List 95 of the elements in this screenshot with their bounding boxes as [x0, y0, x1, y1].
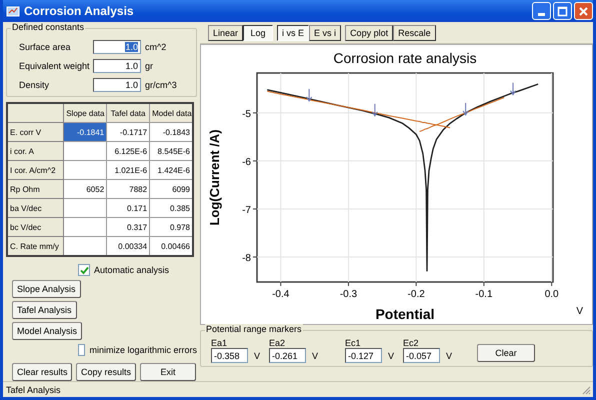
row-header: bc V/dec [7, 218, 64, 236]
field-label: Ec2 [403, 338, 420, 348]
row-header: C. Rate mm/y [7, 236, 64, 256]
table-cell[interactable]: 7882 [106, 180, 150, 198]
window-title: Corrosion Analysis [24, 4, 135, 18]
toolbar-button[interactable]: E vs i [309, 24, 342, 40]
input-field[interactable]: -0.358 [211, 348, 248, 363]
table-cell[interactable]: 0.171 [106, 198, 150, 218]
status-text: Tafel Analysis [6, 384, 61, 394]
column-header: Slope data [64, 103, 107, 122]
action-button[interactable]: Copy results [76, 363, 136, 381]
marker-arrow [510, 82, 516, 96]
maximize-icon [557, 6, 568, 16]
unit-label: V [388, 350, 394, 360]
checkbox-label: Automatic analysis [94, 265, 170, 275]
field-label: Equivalent weight [18, 60, 91, 70]
table-cell[interactable]: -0.1841 [64, 122, 107, 142]
point [306, 96, 312, 102]
tick-label: -0.3 [340, 289, 358, 300]
maximize-button[interactable] [553, 2, 572, 20]
unit-label: V [446, 350, 452, 360]
checkbox[interactable] [78, 264, 90, 276]
marker-arrow [462, 102, 469, 116]
group-title: Potential range markers [205, 324, 303, 334]
chart-title: Corrosion rate analysis [333, 50, 477, 66]
field-label: Ec1 [345, 338, 362, 348]
analysis-button[interactable]: Model Analysis [12, 322, 82, 340]
row-header: I cor. A/cm^2 [7, 160, 64, 180]
resize-grip-icon [581, 384, 591, 394]
axis-title: Potential [375, 306, 435, 322]
input-field[interactable]: -0.057 [403, 348, 440, 363]
tick-label: -6 [242, 156, 251, 168]
exit-button[interactable]: Exit [140, 363, 196, 381]
unit-label: cm^2 [145, 42, 166, 52]
input-field[interactable]: 1.0 [93, 78, 141, 92]
tick-label: -0.4 [272, 289, 290, 300]
tick-label: -0.2 [408, 289, 425, 300]
analysis-button[interactable]: Tafel Analysis [12, 301, 77, 319]
field-label: Ea1 [211, 338, 228, 348]
table-cell[interactable]: 1.021E-6 [106, 160, 150, 180]
checkbox[interactable] [78, 344, 86, 356]
table-cell[interactable]: -0.1717 [106, 122, 150, 142]
action-button[interactable]: Clear results [12, 363, 72, 381]
minimize-icon [538, 12, 545, 16]
minimize-button[interactable] [532, 2, 551, 20]
input-field[interactable]: 1.0 [93, 40, 141, 54]
row-header: Rp Ohm [7, 180, 64, 198]
table-cell[interactable] [64, 142, 107, 160]
table-cell[interactable] [64, 160, 107, 180]
table-cell[interactable]: 6052 [64, 180, 107, 198]
input-field[interactable]: 1.0 [93, 58, 141, 72]
close-icon [578, 6, 589, 16]
clear-button[interactable]: Clear [477, 344, 535, 362]
row-header: ba V/dec [7, 198, 64, 218]
analysis-button[interactable]: Slope Analysis [12, 280, 81, 298]
point [372, 111, 378, 116]
marker-arrow [372, 103, 378, 117]
column-header: Model data [150, 103, 193, 122]
field-label: Surface area [18, 42, 72, 52]
tick-label: -5 [242, 108, 251, 120]
table-cell[interactable]: 0.317 [106, 218, 150, 236]
field-label: Density [18, 80, 50, 90]
point [462, 110, 469, 116]
toolbar-button[interactable]: i vs E [277, 24, 310, 40]
header-cell [7, 103, 64, 122]
check-icon [80, 266, 88, 274]
unit-label: V [254, 350, 260, 360]
field-label: Ea2 [269, 338, 286, 348]
row-header: E. corr V [7, 122, 64, 142]
tick-label: -8 [242, 253, 251, 264]
unit-label: V [312, 350, 318, 360]
axis-title: Log(Current /A) [207, 129, 222, 226]
marker-arrow [306, 88, 312, 102]
table-cell[interactable]: 6.125E-6 [106, 142, 150, 160]
point [510, 90, 516, 96]
toolbar-button[interactable]: Log [243, 24, 274, 40]
input-field[interactable]: -0.261 [269, 348, 306, 363]
group-title: Defined constants [11, 22, 86, 32]
close-button[interactable] [574, 2, 593, 20]
checkbox-label: minimize logarithmic errors [89, 345, 197, 355]
toolbar-button[interactable]: Rescale [393, 24, 436, 40]
row-header: i cor. A [7, 142, 64, 160]
app-icon [6, 5, 20, 17]
tick-label: 0.0 [544, 289, 559, 300]
unit-label: gr/cm^3 [145, 80, 177, 90]
toolbar-button[interactable]: Linear [208, 24, 244, 40]
tick-label: -7 [242, 204, 251, 216]
table-cell[interactable] [64, 218, 107, 236]
column-header: Tafel data [106, 103, 150, 122]
unit-label: gr [145, 60, 154, 70]
table-cell[interactable] [64, 198, 107, 218]
tick-label: -0.1 [475, 289, 493, 300]
unit-label: V [576, 306, 583, 317]
input-field[interactable]: -0.127 [345, 348, 382, 363]
toolbar-button[interactable]: Copy plot [345, 24, 394, 40]
